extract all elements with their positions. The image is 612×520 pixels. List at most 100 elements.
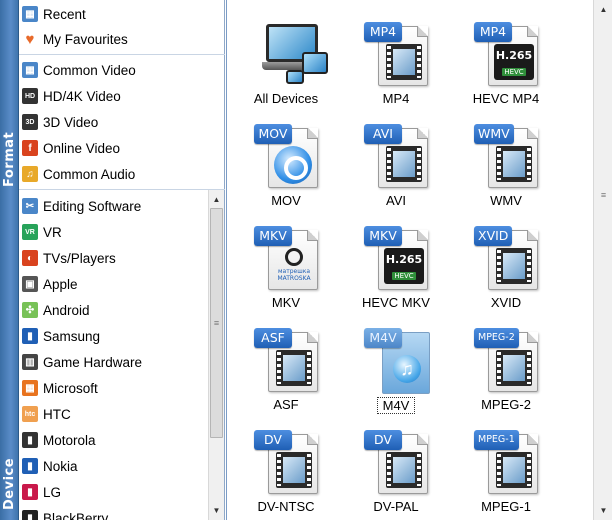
list-item-my-favourites[interactable]: ♥ My Favourites <box>19 26 209 52</box>
scroll-down-arrow-icon[interactable]: ▼ <box>209 503 224 518</box>
list-item-apple[interactable]: ▣ Apple <box>19 271 209 297</box>
scroll-thumb[interactable]: ≡ <box>210 208 223 438</box>
format-name: M4V <box>377 397 415 414</box>
music-note-icon: ♫ <box>393 355 421 383</box>
scroll-up-arrow-icon[interactable]: ▲ <box>209 192 224 207</box>
format-badge: MPEG-1 <box>474 430 519 450</box>
format-item-mp4[interactable]: MP4 MP4 <box>341 8 451 110</box>
list-item-motorola[interactable]: ▮ Motorola <box>19 427 209 453</box>
device-list-scrollbar[interactable]: ▲ ≡ ▼ <box>208 190 224 520</box>
list-item-nokia[interactable]: ▮ Nokia <box>19 453 209 479</box>
format-icon: матрешка MATROSKA MKV <box>254 226 324 292</box>
format-item-dv-pal[interactable]: DV DV-PAL <box>341 416 451 518</box>
music-note-icon: ♫ <box>22 166 38 182</box>
tv-icon: ◐ <box>22 250 38 266</box>
format-name: ASF <box>273 397 299 412</box>
heart-icon: ♥ <box>25 30 35 48</box>
format-item-mkv[interactable]: матрешка MATROSKA MKV MKV <box>231 212 341 314</box>
list-item-htc[interactable]: htc HTC <box>19 401 209 427</box>
format-name: HEVC MKV <box>362 295 430 310</box>
format-badge: DV <box>364 430 402 450</box>
list-item-label: Motorola <box>43 432 96 448</box>
format-item-dv-ntsc[interactable]: DV DV-NTSC <box>231 416 341 518</box>
film-strip-icon <box>386 44 422 80</box>
tab-device-label: Device <box>2 457 17 510</box>
matroska-icon: матрешка MATROSKA <box>272 248 316 282</box>
list-item-blackberry[interactable]: ▮ BlackBerry <box>19 505 209 520</box>
list-item-label: Editing Software <box>43 198 142 214</box>
scroll-up-arrow-icon[interactable]: ▲ <box>596 2 611 17</box>
scroll-grip-icon[interactable]: ≡ <box>598 190 609 200</box>
format-badge: MP4 <box>364 22 402 42</box>
samsung-icon: ▮ <box>22 328 38 344</box>
format-icon: MPEG-1 <box>474 430 544 496</box>
microsoft-icon: ▦ <box>22 380 38 396</box>
format-icon <box>254 22 328 88</box>
tab-format-label: Format <box>2 131 17 187</box>
list-item-label: My Favourites <box>43 31 128 47</box>
list-item-android[interactable]: ✣ Android <box>19 297 209 323</box>
format-icon: H.265 HEVC MP4 <box>474 22 544 88</box>
list-item-label: VR <box>43 224 62 240</box>
format-name: MPEG-2 <box>481 397 531 412</box>
format-badge: AVI <box>364 124 402 144</box>
format-icon: H.265 HEVC MKV <box>364 226 434 292</box>
format-item-all-devices[interactable]: All Devices <box>231 8 341 110</box>
film-strip-icon <box>276 452 312 488</box>
list-item-samsung[interactable]: ▮ Samsung <box>19 323 209 349</box>
list-item-vr[interactable]: VR VR <box>19 219 209 245</box>
list-item-game-hardware[interactable]: ▥ Game Hardware <box>19 349 209 375</box>
format-name: MOV <box>271 193 301 208</box>
format-name: MKV <box>271 295 301 310</box>
list-item-microsoft[interactable]: ▦ Microsoft <box>19 375 209 401</box>
format-item-asf[interactable]: ASF ASF <box>231 314 341 416</box>
editing-software-icon: ✂ <box>22 198 38 214</box>
hevc-icon: H.265 HEVC <box>494 44 534 80</box>
format-name: All Devices <box>253 91 319 106</box>
3d-icon: 3D <box>22 114 38 130</box>
format-item-m4v[interactable]: ♫ M4V M4V <box>341 314 451 416</box>
format-icon: DV <box>364 430 434 496</box>
android-icon: ✣ <box>22 302 38 318</box>
scroll-down-arrow-icon[interactable]: ▼ <box>596 503 611 518</box>
list-item-common-video[interactable]: ▦ Common Video <box>19 57 209 83</box>
format-name: AVI <box>386 193 406 208</box>
list-item-recent[interactable]: ▦ Recent <box>19 1 209 27</box>
list-item-editing-software[interactable]: ✂ Editing Software <box>19 193 209 219</box>
list-item-hd-4k-video[interactable]: HD HD/4K Video <box>19 83 209 109</box>
list-item-tvs-players[interactable]: ◐ TVs/Players <box>19 245 209 271</box>
list-item-lg[interactable]: ▮ LG <box>19 479 209 505</box>
format-icon: MOV <box>254 124 324 190</box>
matroska-label: матрешка MATROSKA <box>277 268 311 282</box>
format-grid-scrollbar[interactable]: ▲ ≡ ▼ <box>593 0 612 520</box>
list-item-label: Nokia <box>43 458 78 474</box>
format-item-hevc-mkv[interactable]: H.265 HEVC MKV HEVC MKV <box>341 212 451 314</box>
list-item-common-audio[interactable]: ♫ Common Audio <box>19 161 209 187</box>
tab-device[interactable]: Device <box>0 190 19 520</box>
format-item-wmv[interactable]: WMV WMV <box>451 110 561 212</box>
list-item-3d-video[interactable]: 3D 3D Video <box>19 109 209 135</box>
recent-icon: ▦ <box>22 6 38 22</box>
list-item-label: Samsung <box>43 328 101 344</box>
format-item-mov[interactable]: MOV MOV <box>231 110 341 212</box>
list-item-label: Apple <box>43 276 78 292</box>
vr-icon: VR <box>22 224 38 240</box>
list-item-label: LG <box>43 484 62 500</box>
format-badge: MP4 <box>474 22 512 42</box>
film-strip-icon <box>276 350 312 386</box>
format-item-mpeg-2[interactable]: MPEG-2 MPEG-2 <box>451 314 561 416</box>
list-item-online-video[interactable]: f Online Video <box>19 135 209 161</box>
format-badge: MOV <box>254 124 292 144</box>
format-item-mpeg-1[interactable]: MPEG-1 MPEG-1 <box>451 416 561 518</box>
format-badge: MPEG-2 <box>474 328 519 348</box>
format-item-avi[interactable]: AVI AVI <box>341 110 451 212</box>
tab-format[interactable]: Format <box>0 0 19 190</box>
nokia-icon: ▮ <box>22 458 38 474</box>
format-item-hevc-mp4[interactable]: H.265 HEVC MP4 HEVC MP4 <box>451 8 561 110</box>
format-name: MPEG-1 <box>481 499 531 514</box>
format-item-xvid[interactable]: XVID XVID <box>451 212 561 314</box>
format-grid: All Devices MP4 MP4 H.265 HEVC MP4 HEVC MP4 MOV… <box>231 0 591 520</box>
list-item-label: Recent <box>43 6 86 22</box>
hevc-sublabel: HEVC <box>392 272 416 280</box>
film-icon: ▦ <box>22 62 38 78</box>
